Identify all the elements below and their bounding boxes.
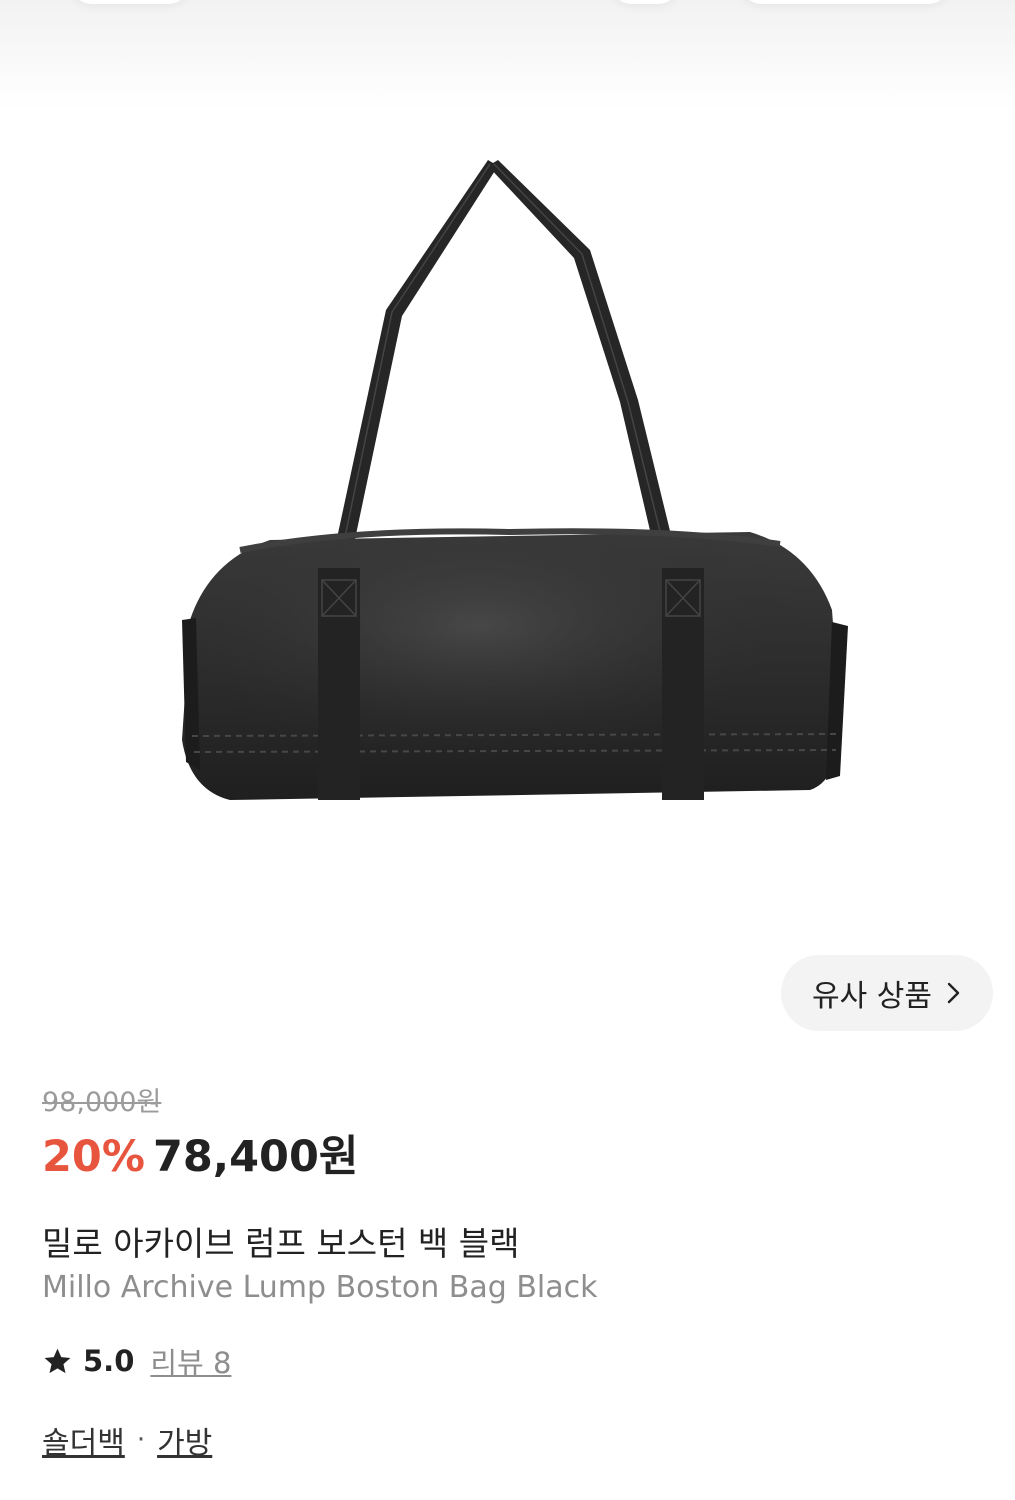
reviews-link[interactable]: 리뷰 8 <box>150 1340 231 1382</box>
product-name-korean: 밀로 아카이브 럼프 보스턴 백 블랙 <box>42 1224 520 1263</box>
original-price: 98,000원 <box>42 1087 162 1118</box>
sale-price: 78,400원 <box>152 1132 359 1182</box>
product-name-english: Millo Archive Lump Boston Bag Black <box>42 1270 598 1305</box>
category-separator: · <box>136 1425 146 1455</box>
rating-row: 5.0 리뷰 8 <box>42 1340 231 1382</box>
similar-products-label: 유사 상품 <box>812 979 932 1014</box>
top-right-button[interactable] <box>740 0 950 4</box>
top-toolbar-fade <box>0 0 1015 110</box>
discount-rate: 20% <box>42 1132 145 1182</box>
product-image[interactable] <box>150 140 865 840</box>
similar-products-button[interactable]: 유사 상품 <box>781 955 993 1031</box>
star-icon <box>44 1348 71 1373</box>
category-link-shoulder-bag[interactable]: 숄더백 <box>42 1418 125 1462</box>
category-link-bag[interactable]: 가방 <box>157 1418 212 1462</box>
rating-score: 5.0 <box>83 1344 135 1378</box>
chevron-right-icon <box>947 982 960 1004</box>
top-left-button[interactable] <box>70 0 190 4</box>
category-breadcrumb: 숄더백 · 가방 <box>42 1418 212 1462</box>
price-row: 20% 78,400원 <box>42 1122 358 1184</box>
